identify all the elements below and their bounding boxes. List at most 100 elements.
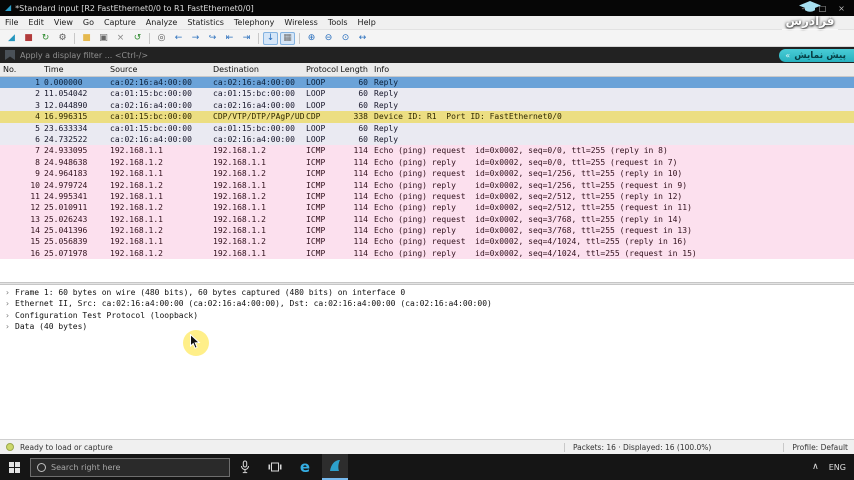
menu-capture[interactable]: Capture	[99, 18, 141, 27]
cell-src: ca:02:16:a4:00:00	[110, 134, 192, 144]
auto-scroll-icon[interactable]: ↓	[263, 31, 278, 45]
packet-row-16[interactable]: 16 25.071978 192.168.1.2 192.168.1.1 ICMP 114…	[0, 247, 854, 260]
menu-view[interactable]: View	[49, 18, 78, 27]
pane-splitter[interactable]	[0, 282, 854, 285]
cell-src: ca:02:16:a4:00:00	[110, 78, 192, 87]
zoom-in-icon[interactable]: ⊕	[304, 32, 319, 45]
start-capture-icon[interactable]: ◢	[4, 32, 19, 45]
stop-capture-icon[interactable]: ■	[21, 32, 36, 45]
column-header-info[interactable]: Info	[374, 63, 852, 76]
first-packet-icon[interactable]: ⇤	[222, 32, 237, 45]
browser-app-button[interactable]: e	[292, 454, 318, 480]
expert-info-icon[interactable]	[6, 443, 14, 451]
cell-dst: 192.168.1.1	[213, 157, 266, 167]
goto-packet-icon[interactable]: ↪	[205, 32, 220, 45]
cell-dst: 192.168.1.2	[213, 191, 266, 201]
detail-line[interactable]: › Frame 1: 60 bytes on wire (480 bits), 6…	[0, 287, 854, 298]
cell-dst: ca:01:15:bc:00:00	[213, 123, 295, 133]
open-file-icon[interactable]: ■	[79, 32, 94, 45]
cell-time: 24.979724	[44, 180, 88, 190]
toolbar-separator	[258, 32, 259, 44]
cell-info: Echo (ping) reply id=0x0002, seq=4/1024,…	[374, 248, 697, 258]
status-profile[interactable]: Profile: Default	[783, 442, 848, 452]
menu-wireless[interactable]: Wireless	[279, 18, 322, 27]
cell-proto: ICMP	[306, 226, 326, 236]
close-file-icon[interactable]: ×	[113, 32, 128, 45]
expander-icon[interactable]: ›	[0, 298, 15, 309]
expander-icon[interactable]: ›	[0, 310, 15, 321]
detail-line[interactable]: › Data (40 bytes)	[0, 321, 854, 332]
capture-options-icon[interactable]: ⚙	[55, 32, 70, 45]
packet-row-9[interactable]: 9 24.964183 192.168.1.1 192.168.1.2 ICMP 114 E…	[0, 168, 854, 180]
display-filter-bar[interactable]: Apply a display filter ... <Ctrl-/>	[0, 47, 854, 63]
cell-time: 0.000000	[44, 78, 83, 87]
graduation-cap-icon	[799, 1, 821, 12]
column-header-protocol[interactable]: Protocol	[306, 63, 338, 76]
cell-len: 114	[353, 248, 368, 258]
edge-browser-icon: e	[299, 457, 311, 476]
filter-bookmark-icon[interactable]	[5, 50, 15, 60]
restart-capture-icon[interactable]: ↻	[38, 32, 53, 45]
column-header-no[interactable]: No.	[3, 63, 41, 76]
detail-line[interactable]: › Configuration Test Protocol (loopback)	[0, 310, 854, 321]
wireshark-taskbar-button[interactable]	[322, 454, 348, 480]
detail-text: Frame 1: 60 bytes on wire (480 bits), 60…	[15, 288, 406, 297]
cell-len: 60	[358, 100, 368, 110]
detail-line[interactable]: › Ethernet II, Src: ca:02:16:a4:00:00 (ca…	[0, 298, 854, 309]
packet-list-header: No. Time Source Destination Protocol Len…	[0, 63, 854, 77]
packet-row-14[interactable]: 14 25.041396 192.168.1.2 192.168.1.1 ICMP 114…	[0, 225, 854, 237]
task-view-button[interactable]	[262, 454, 288, 480]
forward-icon[interactable]: →	[188, 32, 203, 45]
packet-row-15[interactable]: 15 25.056839 192.168.1.1 192.168.1.2 ICMP 114…	[0, 236, 854, 248]
packet-row-8[interactable]: 8 24.948638 192.168.1.2 192.168.1.1 ICMP 114 E…	[0, 156, 854, 169]
zoom-out-icon[interactable]: ⊖	[321, 32, 336, 45]
reload-file-icon[interactable]: ↺	[130, 32, 145, 45]
column-header-length[interactable]: Length	[336, 63, 368, 76]
resize-columns-icon[interactable]: ↔	[355, 32, 370, 45]
cell-src: 192.168.1.1	[110, 237, 163, 247]
cell-dst: ca:02:16:a4:00:00	[213, 78, 295, 87]
menu-telephony[interactable]: Telephony	[229, 18, 279, 27]
menu-tools[interactable]: Tools	[323, 18, 353, 27]
packet-row-4[interactable]: 4 16.996315 ca:01:15:bc:00:00 CDP/VTP/DTP/P…	[0, 111, 854, 123]
menu-go[interactable]: Go	[78, 18, 99, 27]
cell-info: Device ID: R1 Port ID: FastEthernet0/0	[374, 112, 562, 122]
menu-statistics[interactable]: Statistics	[182, 18, 229, 27]
filter-input[interactable]: Apply a display filter ... <Ctrl-/>	[20, 51, 148, 60]
cell-info: Echo (ping) request id=0x0002, seq=2/512…	[374, 191, 683, 201]
save-file-icon[interactable]: ▣	[96, 32, 111, 45]
cell-time: 24.995341	[44, 191, 88, 201]
cell-proto: LOOP	[306, 89, 326, 99]
find-packet-icon[interactable]: ◎	[154, 32, 169, 45]
taskbar-search-input[interactable]: Search right here	[30, 457, 230, 477]
menu-analyze[interactable]: Analyze	[141, 18, 183, 27]
microphone-button[interactable]	[232, 454, 258, 480]
cell-info: Echo (ping) reply id=0x0002, seq=1/256, …	[374, 180, 688, 190]
packet-row-13[interactable]: 13 25.026243 192.168.1.1 192.168.1.2 ICMP 114…	[0, 213, 854, 226]
packet-row-6[interactable]: 6 24.732522 ca:02:16:a4:00:00 ca:02:16:a4:0…	[0, 133, 854, 146]
language-indicator[interactable]: ENG	[829, 463, 846, 472]
last-packet-icon[interactable]: ⇥	[239, 32, 254, 45]
menu-help[interactable]: Help	[353, 18, 381, 27]
column-header-destination[interactable]: Destination	[213, 63, 305, 76]
packet-row-10[interactable]: 10 24.979724 192.168.1.2 192.168.1.1 ICMP 114…	[0, 179, 854, 191]
expander-icon[interactable]: ›	[0, 287, 15, 298]
menu-file[interactable]: File	[0, 18, 23, 27]
packet-row-3[interactable]: 3 12.044890 ca:02:16:a4:00:00 ca:02:16:a4:0…	[0, 99, 854, 112]
colorize-icon[interactable]: ▦	[280, 31, 295, 45]
packet-row-11[interactable]: 11 24.995341 192.168.1.1 192.168.1.2 ICMP 114…	[0, 190, 854, 203]
packet-row-2[interactable]: 2 11.054042 ca:01:15:bc:00:00 ca:01:15:bc:0…	[0, 88, 854, 100]
start-button[interactable]	[0, 454, 28, 480]
tray-chevron-icon[interactable]: ∧	[812, 462, 819, 472]
back-icon[interactable]: ←	[171, 32, 186, 45]
packet-row-1[interactable]: 1 0.000000 ca:02:16:a4:00:00 ca:02:16:a4:00…	[0, 77, 854, 89]
zoom-reset-icon[interactable]: ⊙	[338, 32, 353, 45]
packet-row-12[interactable]: 12 25.010911 192.168.1.2 192.168.1.1 ICMP 114…	[0, 202, 854, 214]
column-header-time[interactable]: Time	[44, 63, 108, 76]
title-bar: ◢ *Standard input [R2 FastEthernet0/0 to…	[0, 0, 854, 16]
column-header-source[interactable]: Source	[110, 63, 210, 76]
packet-row-7[interactable]: 7 24.933095 192.168.1.1 192.168.1.2 ICMP 114 E…	[0, 145, 854, 157]
menu-edit[interactable]: Edit	[23, 18, 49, 27]
expander-icon[interactable]: ›	[0, 321, 15, 332]
packet-row-5[interactable]: 5 23.633334 ca:01:15:bc:00:00 ca:01:15:bc:0…	[0, 122, 854, 134]
